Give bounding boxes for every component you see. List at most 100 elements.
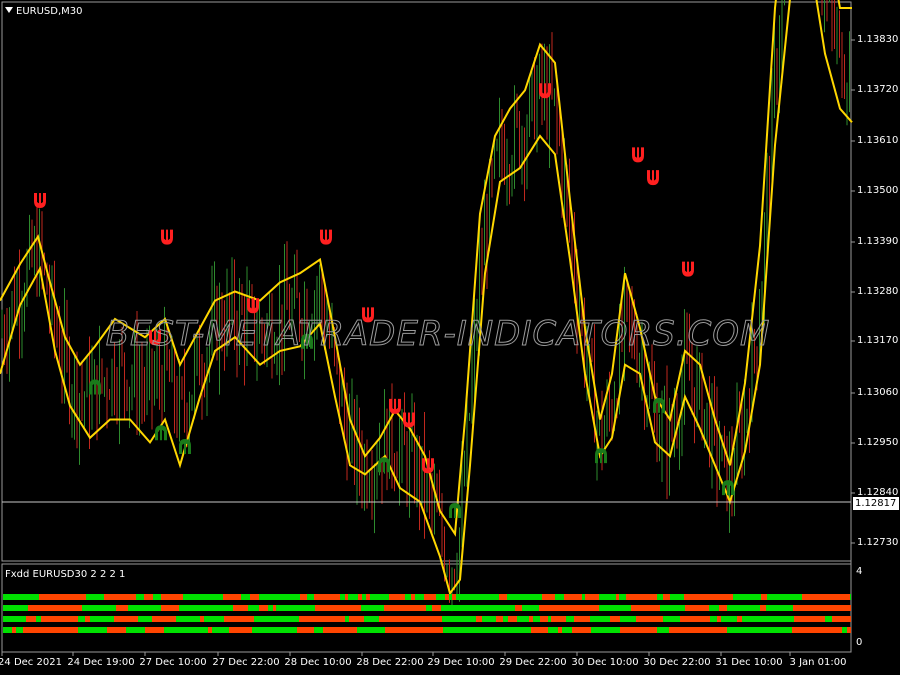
indicator-bar-segment bbox=[757, 594, 761, 600]
indicator-bar-segment bbox=[181, 627, 190, 633]
indicator-bar-segment bbox=[679, 605, 685, 611]
indicator-bar-segment bbox=[697, 616, 706, 622]
indicator-bar-segment bbox=[33, 616, 36, 622]
indicator-bar-segment bbox=[13, 605, 18, 611]
indicator-bar-segment bbox=[549, 605, 552, 611]
indicator-bar-segment bbox=[803, 605, 811, 611]
indicator-bar-segment bbox=[219, 627, 226, 633]
indicator-bar-segment bbox=[358, 594, 362, 600]
indicator-bar-segment bbox=[249, 616, 254, 622]
indicator-bar-segment bbox=[844, 594, 850, 600]
time-label: 30 Dec 22:00 bbox=[643, 657, 711, 668]
indicator-bar-segment bbox=[761, 594, 767, 600]
chart-canvas[interactable]: BEST-METATRADER-INDICATORS.COM bbox=[0, 0, 900, 675]
indicator-bar-segment bbox=[35, 605, 41, 611]
indicator-bar-segment bbox=[69, 594, 75, 600]
indicator-bar-segment bbox=[200, 605, 207, 611]
indicator-bar-segment bbox=[476, 616, 482, 622]
indicator-bar-segment bbox=[60, 627, 67, 633]
indicator-bar-segment bbox=[760, 605, 766, 611]
indicator-bar-segment bbox=[552, 605, 556, 611]
indicator-bar-segment bbox=[637, 627, 647, 633]
indicator-bar-segment bbox=[336, 616, 339, 622]
indicator-bar-segment bbox=[236, 616, 239, 622]
indicator-bar-segment bbox=[66, 594, 69, 600]
indicator-bar-segment bbox=[435, 627, 443, 633]
indicator-bar-segment bbox=[17, 594, 20, 600]
indicator-bar-segment bbox=[573, 594, 582, 600]
indicator-bar-segment bbox=[824, 627, 832, 633]
indicator-bar-segment bbox=[496, 627, 502, 633]
indicator-bar-segment bbox=[645, 616, 650, 622]
indicator-bar-segment bbox=[842, 627, 847, 633]
indicator-bar-segment bbox=[719, 605, 727, 611]
dropdown-triangle-icon[interactable] bbox=[5, 7, 13, 13]
indicator-bar-segment bbox=[424, 616, 433, 622]
indicator-bar-segment bbox=[224, 616, 228, 622]
indicator-bar-segment bbox=[207, 616, 213, 622]
indicator-bar-segment bbox=[121, 594, 125, 600]
indicator-bar-segment bbox=[785, 616, 794, 622]
indicator-bar-segment bbox=[611, 594, 616, 600]
indicator-bar-segment bbox=[522, 605, 525, 611]
indicator-bar-segment bbox=[94, 594, 104, 600]
indicator-bar-segment bbox=[134, 627, 140, 633]
indicator-bar-segment bbox=[604, 594, 611, 600]
indicator-bar-segment bbox=[59, 616, 68, 622]
indicator-bar-segment bbox=[263, 616, 273, 622]
indicator-bar-segment bbox=[146, 616, 152, 622]
indicator-bar-segment bbox=[558, 627, 562, 633]
indicator-bar-segment bbox=[463, 594, 468, 600]
indicator-bar-segment bbox=[411, 594, 415, 600]
indicator-bar-segment bbox=[136, 594, 144, 600]
indicator-bar-segment bbox=[772, 627, 779, 633]
indicator-bar-segment bbox=[779, 627, 782, 633]
indicator-bar-segment bbox=[539, 605, 542, 611]
indicator-bar-segment bbox=[794, 616, 797, 622]
indicator-bar-segment bbox=[443, 627, 446, 633]
indicator-bar-segment bbox=[357, 627, 366, 633]
indicator-bar-segment bbox=[710, 616, 717, 622]
indicator-bar-segment bbox=[188, 605, 194, 611]
indicator-bar-segment bbox=[741, 594, 748, 600]
indicator-bar-segment bbox=[186, 616, 194, 622]
time-label: 27 Dec 10:00 bbox=[139, 657, 207, 668]
indicator-bar-segment bbox=[314, 627, 323, 633]
indicator-bar-segment bbox=[639, 616, 645, 622]
indicator-bar-segment bbox=[285, 594, 294, 600]
indicator-bar-segment bbox=[609, 605, 618, 611]
indicator-bar-segment bbox=[436, 594, 445, 600]
indicator-bar-segment bbox=[779, 594, 787, 600]
indicator-bar-segment bbox=[297, 627, 307, 633]
indicator-bar-segment bbox=[140, 627, 145, 633]
indicator-bar-segment bbox=[119, 627, 126, 633]
indicator-bar-segment bbox=[326, 627, 332, 633]
indicator-bar-segment bbox=[839, 594, 844, 600]
indicator-bar-segment bbox=[299, 616, 309, 622]
indicator-bar-segment bbox=[456, 616, 459, 622]
indicator-bar-segment bbox=[263, 594, 270, 600]
time-label: 29 Dec 10:00 bbox=[427, 657, 495, 668]
indicator-bar-segment bbox=[228, 594, 235, 600]
indicator-bar-segment bbox=[242, 616, 249, 622]
indicator-bar-segment bbox=[764, 627, 772, 633]
indicator-bar-segment bbox=[215, 605, 220, 611]
indicator-bar-segment bbox=[256, 605, 259, 611]
indicator-bar-segment bbox=[425, 627, 432, 633]
symbol-label[interactable]: EURUSD,M30 bbox=[5, 6, 82, 17]
indicator-bar-segment bbox=[660, 605, 669, 611]
indicator-bar-segment bbox=[345, 616, 349, 622]
indicator-bar-segment bbox=[176, 594, 183, 600]
indicator-bar-segment bbox=[527, 627, 531, 633]
indicator-bar-segment bbox=[849, 605, 851, 611]
indicator-bar-segment bbox=[525, 605, 533, 611]
indicator-bar-segment bbox=[28, 605, 35, 611]
indicator-bar-segment bbox=[626, 616, 636, 622]
indicator-bar-segment bbox=[59, 605, 66, 611]
indicator-bar-segment bbox=[45, 627, 53, 633]
indicator-bar-segment bbox=[499, 594, 507, 600]
indicator-bar-segment bbox=[395, 605, 399, 611]
indicator-bar-segment bbox=[280, 594, 285, 600]
buy-arrow-icon bbox=[89, 379, 101, 395]
indicator-scale-min: 0 bbox=[856, 637, 863, 648]
